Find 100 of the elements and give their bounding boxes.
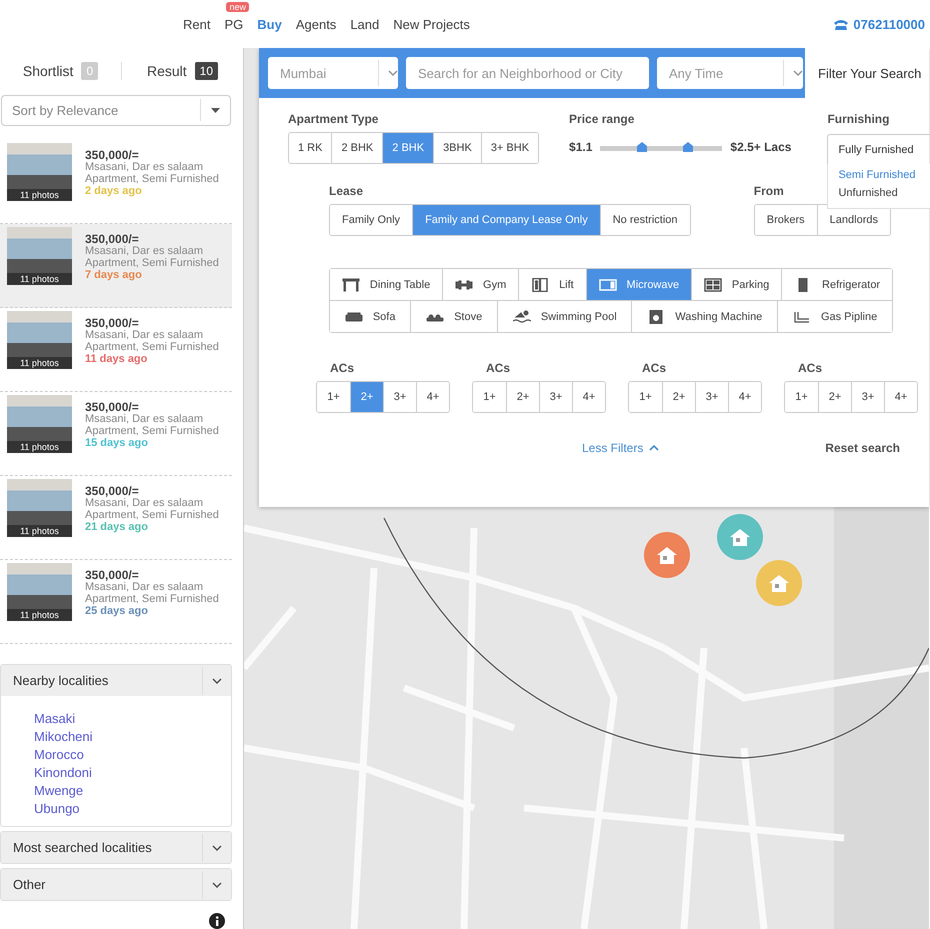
listing-location: Msasani, Dar es salaam [85,161,204,173]
listing-age: 2 days ago [85,185,143,197]
count-badge: 10 [194,62,218,80]
filter-title: Price range [569,112,634,126]
sidebar-tab[interactable]: Result 10 [121,62,243,80]
photo-count: 11 photos [7,357,72,369]
ac-count-option[interactable]: 4+ [416,382,449,412]
filter-title: From [754,184,784,198]
amenity-option[interactable]: Gas Pipline [777,301,892,332]
swimmer-icon [512,310,531,324]
filter-tab[interactable]: Filter Your Search [805,48,929,98]
listing-card[interactable]: 11 photos 350,000/= Msasani, Dar es salaam Apartment, Semi Furnished 21 days ago [0,476,232,560]
accordion-header[interactable]: Most searched localities [1,832,231,863]
listing-details: Apartment, Semi Furnished [85,341,219,353]
house-icon [655,545,679,565]
info-icon[interactable] [209,913,225,929]
listing-age: 15 days ago [85,437,149,449]
listing-details: Apartment, Semi Furnished [85,257,219,269]
accordion-header[interactable]: Nearby localities [1,665,231,696]
chevron-icon [212,844,222,850]
listing-location: Msasani, Dar es salaam [85,581,204,593]
locality-link[interactable]: Mikocheni [34,728,231,746]
listing-location: Msasani, Dar es salaam [85,245,204,257]
listing-card[interactable]: 11 photos 350,000/= Msasani, Dar es salaam Apartment, Semi Furnished 2 days ago [0,140,232,224]
photo-count: 11 photos [7,609,72,621]
tab-label: Shortlist [22,63,74,80]
listing-age: 25 days ago [85,605,149,617]
listing-location: Msasani, Dar es salaam [85,497,204,509]
price-min: $1.1 [569,140,592,154]
photo-count: 11 photos [7,273,72,285]
locality-link[interactable]: Mwenge [34,782,231,800]
search-field[interactable]: Search for an Neighborhood or City [406,57,649,89]
listing-location: Msasani, Dar es salaam [85,413,204,425]
chevron-icon [388,70,398,76]
listing-details: Apartment, Semi Furnished [85,173,219,185]
filter-title: Lease [329,184,364,198]
sofa-icon [344,310,363,324]
lift-icon [531,278,550,292]
lease-option[interactable]: No restriction [600,205,690,235]
apartment-type-option[interactable]: 3+ BHK [480,133,538,163]
slider-thumb[interactable] [683,142,694,152]
filter-title: ACs [329,361,354,375]
nav-link[interactable]: Rent [183,16,210,32]
chevron-icon [212,678,222,684]
parking-icon [704,278,722,292]
photo-count: 11 photos [7,525,72,537]
price-max: $2.5+ Lacs [730,140,792,154]
chevron-icon [793,70,803,76]
ac-count-option[interactable]: 4+ [572,382,605,412]
caret-icon [211,108,220,113]
listing-age: 11 days ago [85,353,148,365]
nav-link[interactable]: Buy [257,16,282,32]
nav-link[interactable]: PG [224,16,244,32]
locality-link[interactable]: Kinondoni [34,764,231,782]
menu-option[interactable]: Unfurnished [838,184,930,202]
listing-price: 350,000/= [85,485,140,497]
ac-count-option[interactable]: 4+ [728,382,761,412]
accordion-header[interactable]: Other [1,869,231,900]
sort-dropdown[interactable]: Sort by Relevance [1,94,231,126]
table-icon [342,278,360,292]
listing-age: 21 days ago [85,521,149,533]
listing-details: Apartment, Semi Furnished [85,509,219,521]
listing-card[interactable]: 11 photos 350,000/= Msasani, Dar es salaam Apartment, Semi Furnished 7 days ago [0,224,232,308]
slider-thumb[interactable] [636,142,647,152]
filter-title: Furnishing [827,112,890,126]
chevron-icon [212,882,222,888]
phone-icon [833,18,850,30]
microwave-icon [598,278,617,292]
nav-link[interactable]: Agents [296,16,336,32]
dumbbell-icon [455,278,474,292]
filter-title: ACs [797,361,822,375]
filter-title: Apartment Type [288,112,378,126]
listing-card[interactable]: 11 photos 350,000/= Msasani, Dar es salaam Apartment, Semi Furnished 15 days ago [0,392,232,476]
filter-title: ACs [641,361,666,375]
listing-price: 350,000/= [85,149,140,161]
photo-count: 11 photos [7,441,72,453]
filter-title: ACs [485,361,510,375]
phone-number[interactable]: 0762110000 [853,16,925,32]
locality-link[interactable]: Ubungo [34,800,231,818]
listing-location: Msasani, Dar es salaam [85,329,204,341]
locality-link[interactable]: Masaki [34,710,231,728]
photo-count: 11 photos [7,189,72,201]
nav-link[interactable]: Land [350,16,380,32]
listing-price: 350,000/= [85,233,140,245]
new-badge: new [226,2,249,12]
listing-price: 350,000/= [85,401,140,413]
nav-link[interactable]: New Projects [393,16,470,32]
reset-search-link[interactable]: Reset search [825,441,900,455]
ac-count-option[interactable]: 4+ [884,382,917,412]
listing-details: Apartment, Semi Furnished [85,593,219,605]
house-icon [728,527,752,547]
house-icon [767,573,791,593]
listing-price: 350,000/= [85,317,140,329]
amenity-option[interactable]: Refrigerator [781,269,892,300]
listing-card[interactable]: 11 photos 350,000/= Msasani, Dar es salaam Apartment, Semi Furnished 11 days ago [0,308,232,392]
listing-price: 350,000/= [85,569,140,581]
menu-option[interactable]: Semi Furnished [838,166,930,184]
listing-card[interactable]: 11 photos 350,000/= Msasani, Dar es salaam Apartment, Semi Furnished 25 days ago [0,560,232,644]
locality-link[interactable]: Morocco [34,746,231,764]
listing-age: 7 days ago [85,269,143,281]
